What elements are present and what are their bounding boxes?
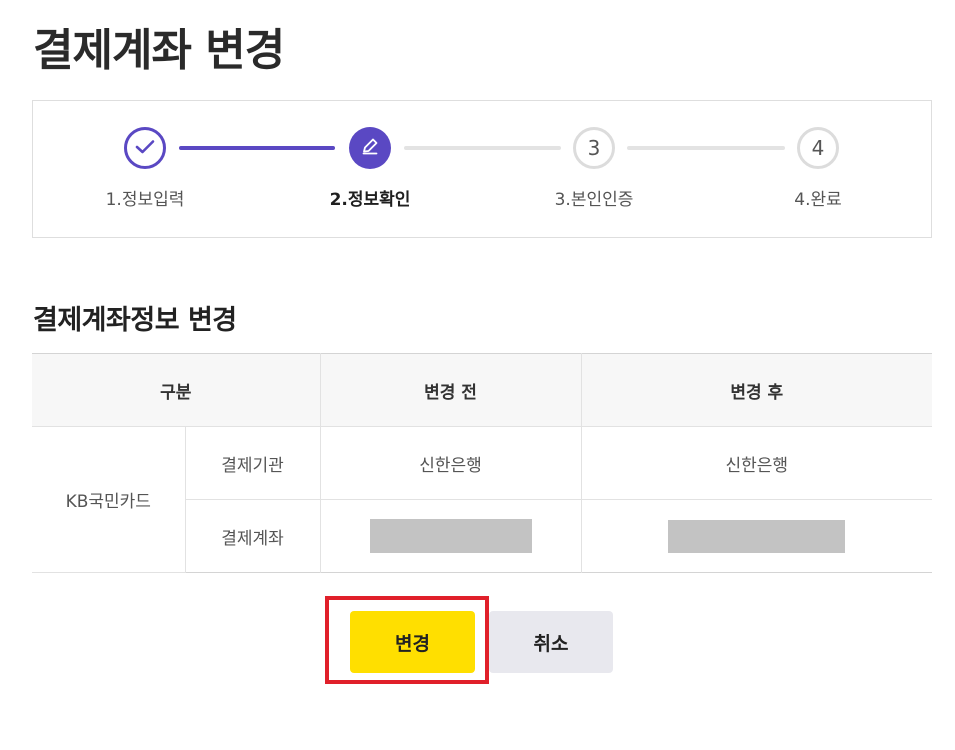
bank-after: 신한은행 bbox=[580, 426, 932, 500]
step-4-circle: 4 bbox=[797, 127, 839, 169]
step-3-circle: 3 bbox=[573, 127, 615, 169]
step-connector-1 bbox=[179, 146, 335, 150]
header-before: 변경 전 bbox=[319, 353, 581, 427]
pencil-icon bbox=[360, 136, 380, 161]
step-4-label: 4.완료 bbox=[794, 190, 842, 210]
account-change-table: 구분 변경 전 변경 후 KB국민카드 결제기관 신한은행 신한은행 결제계좌 bbox=[32, 353, 932, 573]
account-after-cell bbox=[580, 499, 932, 573]
step-connector-2 bbox=[404, 146, 561, 150]
check-icon bbox=[135, 136, 155, 160]
masked-account-before bbox=[369, 519, 532, 553]
step-3-label: 3.본인인증 bbox=[554, 190, 634, 210]
account-before-cell bbox=[319, 499, 581, 573]
masked-account-after bbox=[668, 519, 846, 553]
bank-before: 신한은행 bbox=[319, 426, 581, 500]
cancel-button[interactable]: 취소 bbox=[489, 611, 613, 673]
table-row: KB국민카드 결제기관 신한은행 신한은행 bbox=[32, 426, 932, 573]
step-1-circle bbox=[124, 127, 166, 169]
row-label: 결제계좌 bbox=[184, 499, 320, 573]
change-button[interactable]: 변경 bbox=[350, 611, 475, 673]
page-title: 결제계좌 변경 bbox=[33, 25, 285, 76]
step-1-label: 1.정보입력 bbox=[105, 190, 185, 210]
header-category: 구분 bbox=[32, 353, 320, 427]
card-provider: KB국민카드 bbox=[32, 426, 185, 573]
table-header-row: 구분 변경 전 변경 후 bbox=[32, 353, 932, 427]
section-title: 결제계좌정보 변경 bbox=[33, 305, 237, 336]
step-connector-3 bbox=[627, 146, 785, 150]
step-2-circle bbox=[349, 127, 391, 169]
header-after: 변경 후 bbox=[580, 353, 932, 427]
step-2-label: 2.정보확인 bbox=[329, 190, 411, 210]
progress-stepper: 3 4 1.정보입력 2.정보확인 3.본인인증 4.완료 bbox=[32, 100, 932, 238]
row-label: 결제기관 bbox=[184, 426, 320, 500]
